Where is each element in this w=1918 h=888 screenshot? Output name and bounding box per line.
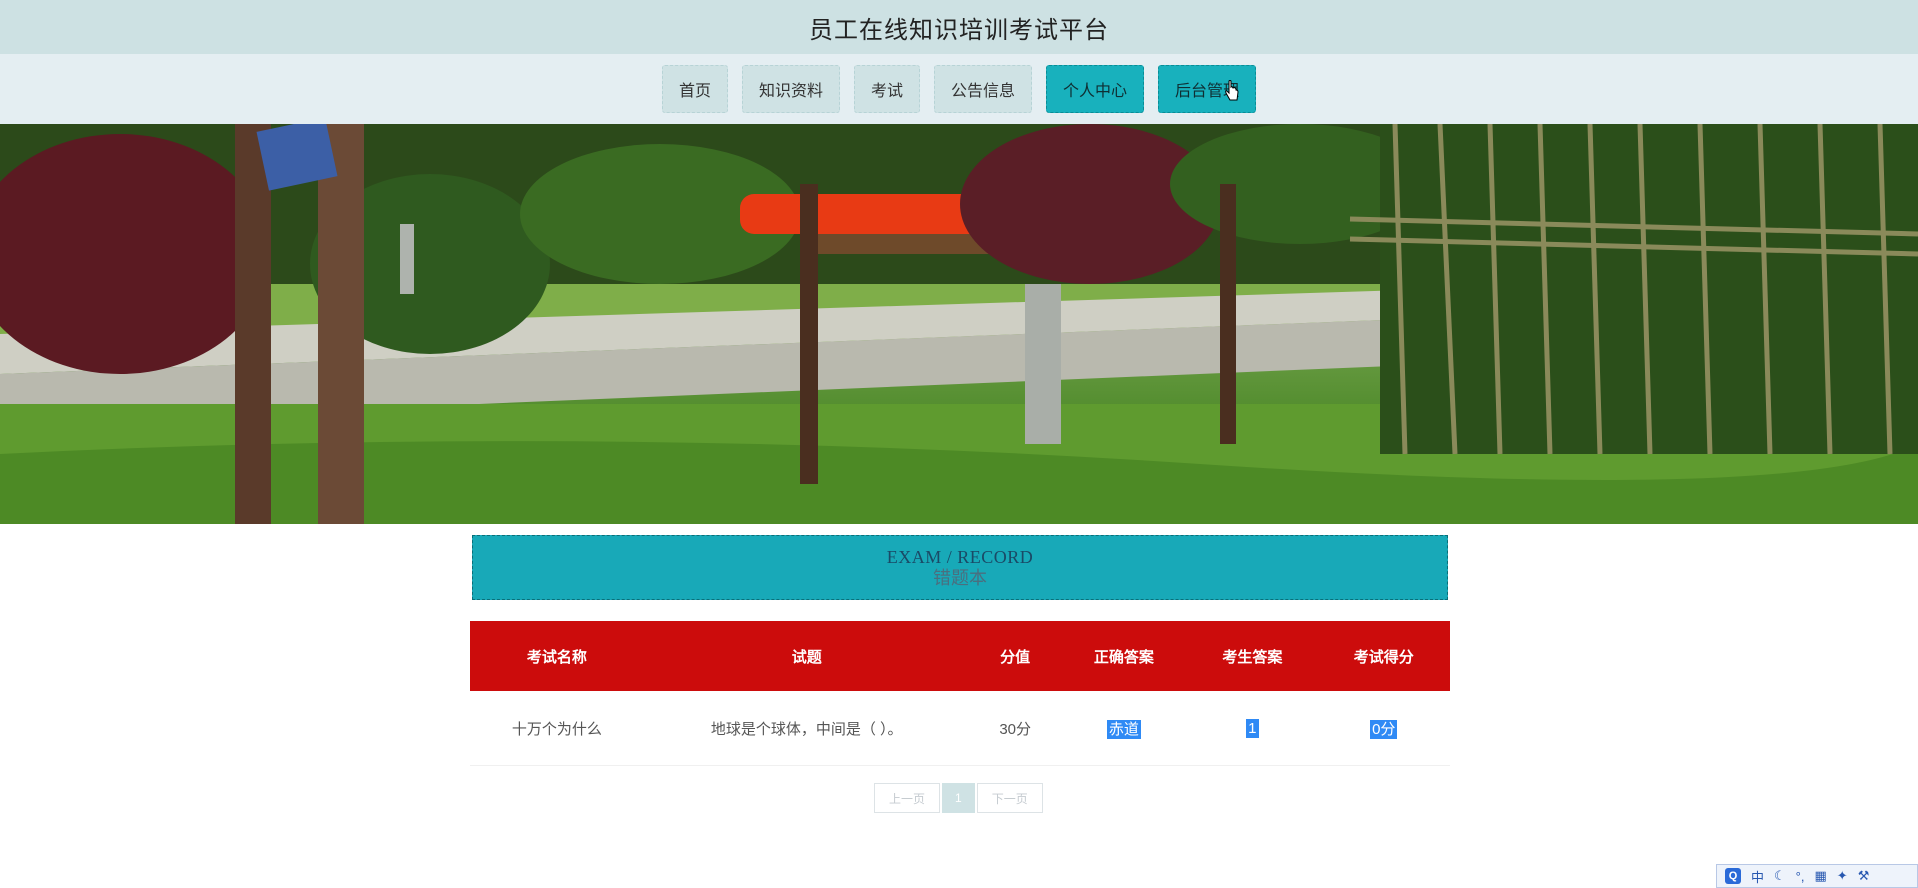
cell-score-value: 30分 — [969, 691, 1061, 766]
section-title-cn: 错题本 — [933, 567, 987, 588]
ime-toolbar[interactable]: Q 中 ☾ °, ▦ ✦ ⚒ — [1716, 864, 1918, 888]
keyboard-icon[interactable]: ▦ — [1814, 868, 1826, 884]
col-correct-answer: 正确答案 — [1060, 621, 1188, 691]
section-header: EXAM / RECORD 错题本 — [472, 535, 1448, 600]
col-student-answer: 考生答案 — [1187, 621, 1318, 691]
hero-banner-image — [0, 124, 1918, 524]
cell-question: 地球是个球体，中间是（ ）。 — [643, 691, 970, 766]
site-title: 员工在线知识培训考试平台 — [809, 16, 1109, 44]
punctuation-icon[interactable]: °, — [1796, 869, 1805, 884]
nav-knowledge[interactable]: 知识资料 — [741, 65, 840, 113]
nav-admin[interactable]: 后台管理 — [1158, 65, 1257, 113]
site-header: 员工在线知识培训考试平台 — [0, 0, 1918, 54]
table-row[interactable]: 十万个为什么 地球是个球体，中间是（ ）。 30分 赤道 1 0分 — [470, 691, 1450, 766]
nav-personal-center[interactable]: 个人中心 — [1046, 65, 1145, 113]
ime-language-indicator[interactable]: 中 — [1751, 867, 1764, 886]
cell-exam-score: 0分 — [1317, 691, 1450, 766]
main-nav: 首页 知识资料 考试 公告信息 个人中心 后台管理 — [0, 54, 1918, 124]
wrench-icon[interactable]: ⚒ — [1858, 868, 1870, 884]
cell-exam-name: 十万个为什么 — [470, 691, 644, 766]
page-number-button[interactable]: 1 — [942, 783, 975, 813]
section-title-en: EXAM / RECORD — [886, 546, 1034, 567]
nav-home[interactable]: 首页 — [661, 65, 728, 113]
col-exam-name: 考试名称 — [470, 621, 644, 691]
correct-answer-text: 赤道 — [1106, 719, 1141, 739]
student-answer-text: 1 — [1246, 718, 1259, 738]
col-score-value: 分值 — [969, 621, 1061, 691]
next-page-button[interactable]: 下一页 — [976, 783, 1043, 813]
tools-icon[interactable]: ✦ — [1837, 868, 1848, 884]
exam-score-text: 0分 — [1370, 719, 1398, 739]
hand-cursor-icon — [1225, 80, 1239, 101]
error-book-table: 考试名称 试题 分值 正确答案 考生答案 考试得分 十万个为什么 地球是个球体，… — [470, 621, 1450, 766]
table-header-row: 考试名称 试题 分值 正确答案 考生答案 考试得分 — [470, 621, 1450, 691]
col-question: 试题 — [643, 621, 970, 691]
nav-exam[interactable]: 考试 — [853, 65, 920, 113]
prev-page-button[interactable]: 上一页 — [874, 783, 941, 813]
ime-logo-icon[interactable]: Q — [1725, 868, 1741, 884]
pagination: 上一页 1 下一页 — [874, 783, 1043, 813]
col-exam-score: 考试得分 — [1317, 621, 1450, 691]
cell-correct-answer: 赤道 — [1060, 691, 1188, 766]
cell-student-answer: 1 — [1187, 691, 1318, 766]
moon-icon[interactable]: ☾ — [1774, 868, 1786, 884]
nav-announcements[interactable]: 公告信息 — [934, 65, 1033, 113]
